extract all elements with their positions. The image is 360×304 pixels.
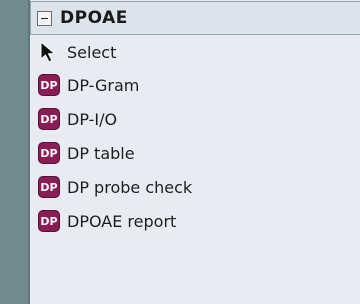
- tool-label: DPOAE report: [67, 211, 177, 231]
- dp-icon: DP: [38, 176, 60, 198]
- tool-label: DP probe check: [67, 177, 193, 197]
- tool-label: DP-Gram: [67, 75, 140, 95]
- cursor-arrow-icon: [40, 40, 56, 63]
- tool-dp-gram[interactable]: DP DP-Gram: [30, 68, 360, 102]
- tool-dp-table[interactable]: DP DP table: [30, 136, 360, 170]
- toolbox-panel: DPOAE Select DP DP-Gram DP DP-I/O DP DP …: [28, 0, 360, 304]
- tool-dp-io[interactable]: DP DP-I/O: [30, 102, 360, 136]
- tool-dp-probe-check[interactable]: DP DP probe check: [30, 170, 360, 204]
- tool-select[interactable]: Select: [30, 36, 360, 68]
- collapse-icon[interactable]: [37, 10, 52, 26]
- dp-icon: DP: [38, 210, 60, 232]
- tool-list: Select DP DP-Gram DP DP-I/O DP DP table …: [30, 36, 360, 238]
- dp-icon: DP: [38, 142, 60, 164]
- dp-icon: DP: [38, 74, 60, 96]
- tool-label: DP table: [67, 143, 135, 163]
- tool-label: Select: [67, 42, 117, 62]
- tool-dpoae-report[interactable]: DP DPOAE report: [30, 204, 360, 238]
- section-title: DPOAE: [60, 8, 128, 28]
- dp-icon: DP: [38, 108, 60, 130]
- section-header[interactable]: DPOAE: [30, 1, 360, 35]
- tool-label: DP-I/O: [67, 109, 118, 129]
